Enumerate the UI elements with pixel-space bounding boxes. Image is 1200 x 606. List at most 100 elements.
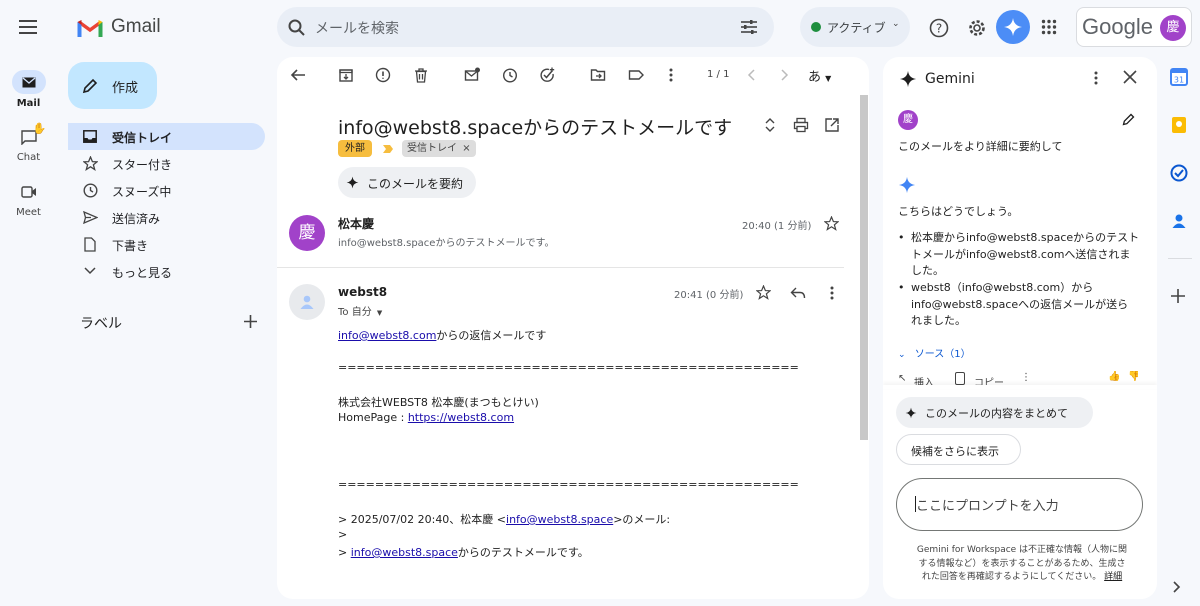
sender-name[interactable]: 松本慶 <box>338 215 374 232</box>
newer-chevron-icon[interactable] <box>744 67 762 85</box>
nav-label: もっと見る <box>112 266 173 280</box>
sources-toggle[interactable]: ⌄ ソース（1） <box>898 345 971 360</box>
nav-drafts[interactable]: 下書き <box>68 231 265 258</box>
account-switcher[interactable]: Google 慶 <box>1076 7 1192 47</box>
scrollbar-thumb[interactable] <box>860 95 868 440</box>
nav-inbox[interactable]: 受信トレイ <box>68 123 265 150</box>
nav-starred[interactable]: スター付き <box>68 150 265 177</box>
sender-name[interactable]: webst8 <box>338 285 387 299</box>
report-spam-icon[interactable] <box>375 67 393 85</box>
apps-grid-icon[interactable] <box>1040 18 1058 36</box>
edit-prompt-pencil-icon[interactable] <box>1121 112 1139 130</box>
homepage-link[interactable]: https://webst8.com <box>408 411 514 424</box>
move-to-folder-icon[interactable] <box>590 67 608 85</box>
rail-mail[interactable]: Mail <box>0 70 57 109</box>
back-arrow-icon[interactable] <box>290 67 308 85</box>
main-menu-icon[interactable] <box>18 18 38 36</box>
nav-sent[interactable]: 送信済み <box>68 204 265 231</box>
gemini-sparkle-icon[interactable] <box>996 10 1030 44</box>
response-actions: ↖ 挿入 コピー ⋮ 👍 👎 <box>898 371 1138 385</box>
help-icon[interactable]: ? <box>928 17 950 39</box>
nav-more[interactable]: もっと見る <box>68 258 265 285</box>
message-snippet[interactable]: info@webst8.spaceからのテストメールです。 <box>338 234 554 249</box>
expand-collapse-icon[interactable] <box>762 117 780 135</box>
print-icon[interactable] <box>793 117 811 135</box>
archive-icon[interactable] <box>338 67 356 85</box>
body-line: info@webst8.comからの返信メールです <box>338 327 546 343</box>
expand-panel-chevron-icon[interactable] <box>1170 580 1190 600</box>
rail-meet[interactable]: Meet <box>0 181 57 218</box>
reply-intro: こちらはどうでしょう。 <box>898 205 1019 218</box>
email-link[interactable]: info@webst8.space <box>351 546 458 559</box>
close-icon[interactable] <box>1123 70 1141 88</box>
labels-heading: ラベル <box>80 316 122 332</box>
snooze-clock-icon[interactable] <box>502 67 520 85</box>
status-label: アクティブ <box>827 21 886 35</box>
open-new-window-icon[interactable] <box>824 117 842 135</box>
search-icon[interactable] <box>287 18 305 36</box>
older-chevron-icon[interactable] <box>776 67 794 85</box>
signature-company: 株式会社WEBST8 松本慶(まつもとけい) <box>338 396 539 409</box>
more-vert-icon[interactable]: ⋮ <box>1021 372 1031 383</box>
status-dropdown[interactable]: アクティブ ⌄ <box>800 7 910 47</box>
rail-label: Meet <box>16 207 41 218</box>
settings-gear-icon[interactable] <box>966 17 988 39</box>
email-link[interactable]: info@webst8.space <box>506 513 613 526</box>
more-vert-icon[interactable] <box>1088 70 1106 88</box>
rail-chat[interactable]: ✋ Chat <box>0 122 57 163</box>
homepage-label: HomePage : <box>338 411 408 424</box>
details-link[interactable]: 詳細 <box>1104 572 1122 582</box>
insert-icon[interactable]: ↖ <box>898 373 906 384</box>
reply-icon[interactable] <box>790 285 808 303</box>
tasks-icon[interactable] <box>1170 164 1190 184</box>
star-icon[interactable] <box>756 285 774 303</box>
email-link[interactable]: info@webst8.com <box>338 329 436 342</box>
thumbs-up-icon[interactable]: 👍 <box>1108 371 1120 382</box>
prompt-input[interactable]: ここにプロンプトを入力 <box>896 478 1143 531</box>
insert-button[interactable]: 挿入 <box>914 374 934 385</box>
calendar-icon[interactable]: 31 <box>1170 68 1190 88</box>
delete-trash-icon[interactable] <box>413 67 431 85</box>
summarize-email-button[interactable]: このメールを要約 <box>338 167 476 198</box>
tag-inbox: 受信トレイ × <box>402 140 476 157</box>
inbox-icon <box>82 128 98 144</box>
search-bar[interactable]: メールを検索 <box>277 7 774 47</box>
star-icon[interactable] <box>824 216 842 234</box>
meet-icon <box>20 186 36 198</box>
gmail-logo[interactable]: Gmail <box>77 16 167 40</box>
search-input[interactable]: メールを検索 <box>315 18 399 38</box>
disclaimer-line: する情報など）を表示することがあるため、生成さ <box>918 558 1126 569</box>
compose-button[interactable]: 作成 <box>68 62 157 109</box>
remove-tag-button[interactable]: × <box>462 143 470 154</box>
input-tools-button[interactable]: あ ▼ <box>808 66 831 85</box>
mail-reading-pane: 1 / 1 あ ▼ info@webst8.spaceからのテストメールです 外… <box>277 57 869 599</box>
contacts-icon[interactable] <box>1170 212 1190 232</box>
copy-icon[interactable] <box>955 372 965 385</box>
recipient-dropdown[interactable]: To 自分 ▼ <box>338 303 382 318</box>
thumbs-down-icon[interactable]: 👎 <box>1128 371 1138 382</box>
copy-button[interactable]: コピー <box>974 374 1004 385</box>
mark-unread-icon[interactable] <box>464 67 482 85</box>
disclaimer: Gemini for Workspace は不正確な情報（人物に関 する情報など… <box>912 544 1132 585</box>
tag-inbox-label: 受信トレイ <box>407 143 457 154</box>
quote-line: > info@webst8.spaceからのテストメールです。 <box>338 544 589 560</box>
more-vert-icon[interactable] <box>663 67 681 85</box>
add-label-icon[interactable] <box>242 313 258 329</box>
nav-snoozed[interactable]: スヌーズ中 <box>68 177 265 204</box>
sender-avatar[interactable] <box>289 284 325 320</box>
add-addon-icon[interactable] <box>1170 288 1190 308</box>
bullet-line: 松本慶からinfo@webst8.spaceからのテスト <box>911 231 1140 244</box>
quote-line: > <box>338 528 348 541</box>
search-options-icon[interactable] <box>740 18 758 36</box>
keep-icon[interactable] <box>1170 116 1190 136</box>
input-tools-label: あ <box>808 70 822 85</box>
importance-marker-icon[interactable] <box>382 144 394 154</box>
bullet-line: info@webst8.spaceへの返信メールが送ら <box>911 297 1129 311</box>
suggestion-chip[interactable]: このメールの内容をまとめて <box>896 397 1093 428</box>
bullet-line: れました。 <box>911 314 966 327</box>
more-vert-icon[interactable] <box>824 285 842 303</box>
sender-avatar[interactable]: 慶 <box>289 215 325 251</box>
more-suggestions-button[interactable]: 候補をさらに表示 <box>896 434 1021 465</box>
label-tag-icon[interactable] <box>628 67 646 85</box>
add-task-icon[interactable] <box>539 67 557 85</box>
